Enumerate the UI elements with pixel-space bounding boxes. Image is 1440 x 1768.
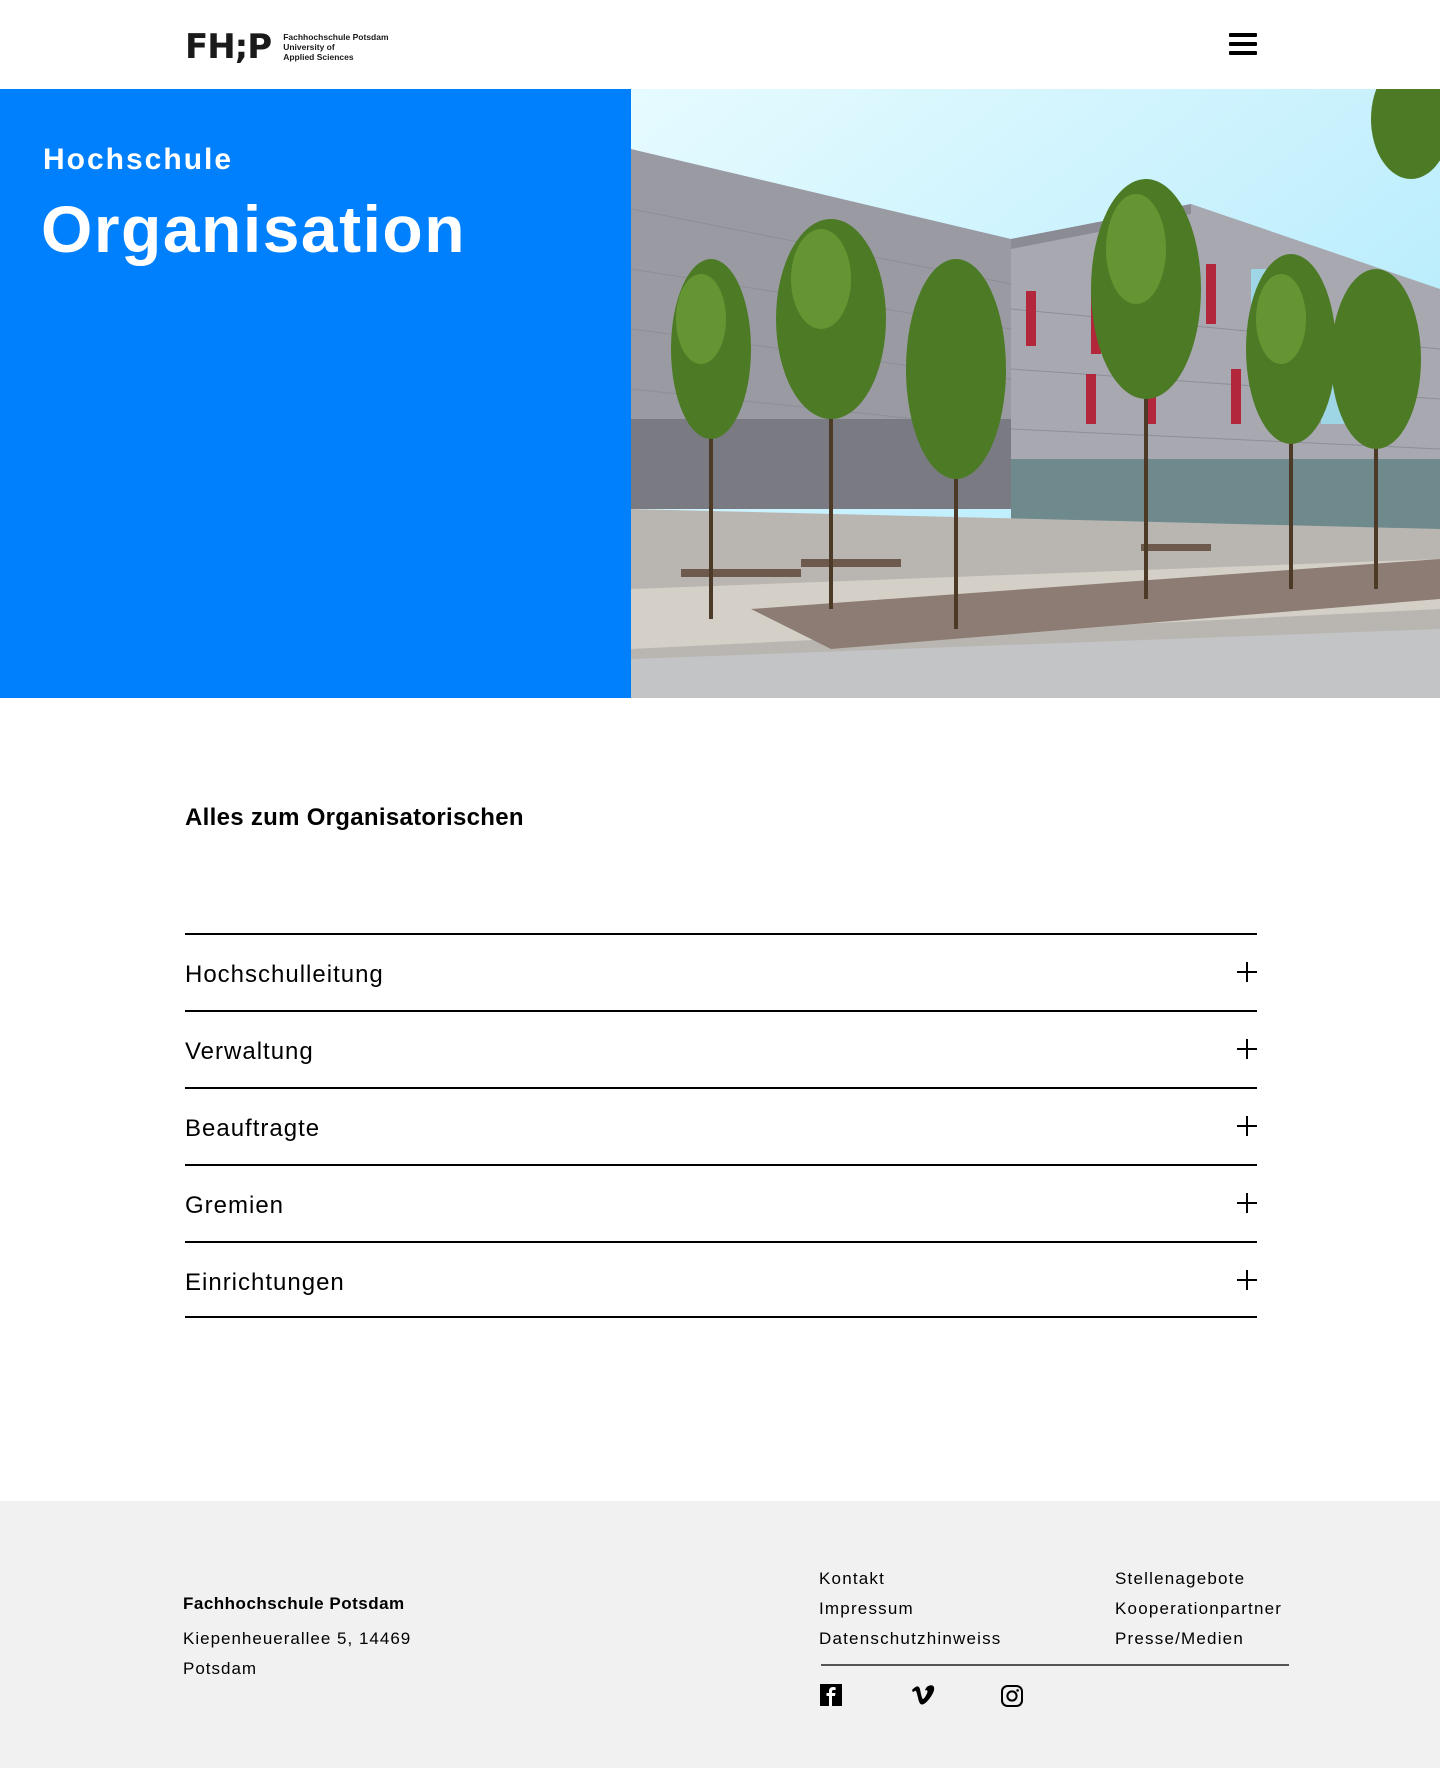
logo-line: Fachhochschule Potsdam xyxy=(283,32,389,42)
footer-divider xyxy=(821,1664,1289,1666)
plus-icon[interactable] xyxy=(1237,1270,1257,1290)
footer-institution-name: Fachhochschule Potsdam xyxy=(183,1594,405,1613)
accordion: Hochschulleitung Verwaltung Beauftragte … xyxy=(185,933,1257,1318)
footer-address: Kiepenheuerallee 5, 14469 Potsdam xyxy=(183,1629,412,1678)
plus-icon[interactable] xyxy=(1237,1039,1257,1059)
footer-link-kontakt[interactable]: Kontakt xyxy=(819,1564,1002,1594)
accordion-item-beauftragte[interactable]: Beauftragte xyxy=(185,1087,1257,1164)
accordion-item-einrichtungen[interactable]: Einrichtungen xyxy=(185,1241,1257,1318)
vimeo-icon[interactable] xyxy=(911,1684,935,1708)
footer-link-stellenangebote[interactable]: Stellenagebote xyxy=(1115,1564,1282,1594)
hamburger-menu-icon[interactable] xyxy=(1229,33,1257,55)
hero: Hochschule Organisation xyxy=(0,89,1440,698)
section-heading: Alles zum Organisatorischen xyxy=(185,804,524,831)
accordion-label: Gremien xyxy=(185,1192,285,1219)
plus-icon[interactable] xyxy=(1237,1193,1257,1213)
logo-line: University of xyxy=(283,42,335,52)
site-header: FH;P Fachhochschule Potsdam University o… xyxy=(0,0,1440,89)
footer-link-impressum[interactable]: Impressum xyxy=(819,1594,1002,1624)
hero-panel: Hochschule Organisation xyxy=(0,89,631,698)
footer-link-datenschutz[interactable]: Datenschutzhinweiss xyxy=(819,1624,1002,1654)
plus-icon[interactable] xyxy=(1237,962,1257,982)
page-title: Organisation xyxy=(41,192,467,266)
hero-kicker: Hochschule xyxy=(43,143,234,176)
footer-link-presse[interactable]: Presse/Medien xyxy=(1115,1624,1282,1654)
accordion-label: Hochschulleitung xyxy=(185,961,384,988)
footer-link-kooperationspartner[interactable]: Kooperationpartner xyxy=(1115,1594,1282,1624)
instagram-icon[interactable] xyxy=(1000,1684,1024,1708)
logo-line: Applied Sciences xyxy=(283,52,354,62)
logo-mark: FH;P xyxy=(185,27,272,67)
footer-links-primary: Kontakt Impressum Datenschutzhinweiss xyxy=(819,1564,1002,1654)
footer-links-secondary: Stellenagebote Kooperationpartner Presse… xyxy=(1115,1564,1282,1654)
campus-building-photo xyxy=(631,89,1440,698)
facebook-icon[interactable] xyxy=(820,1684,844,1708)
site-logo[interactable]: FH;P Fachhochschule Potsdam University o… xyxy=(185,30,389,64)
site-footer: Fachhochschule Potsdam Kiepenheuerallee … xyxy=(0,1501,1440,1768)
logo-text: Fachhochschule Potsdam University of App… xyxy=(283,32,388,62)
accordion-item-hochschulleitung[interactable]: Hochschulleitung xyxy=(185,933,1257,1010)
accordion-label: Einrichtungen xyxy=(185,1269,345,1296)
plus-icon[interactable] xyxy=(1237,1116,1257,1136)
accordion-item-gremien[interactable]: Gremien xyxy=(185,1164,1257,1241)
accordion-item-verwaltung[interactable]: Verwaltung xyxy=(185,1010,1257,1087)
accordion-label: Beauftragte xyxy=(185,1115,321,1142)
accordion-label: Verwaltung xyxy=(185,1038,314,1065)
